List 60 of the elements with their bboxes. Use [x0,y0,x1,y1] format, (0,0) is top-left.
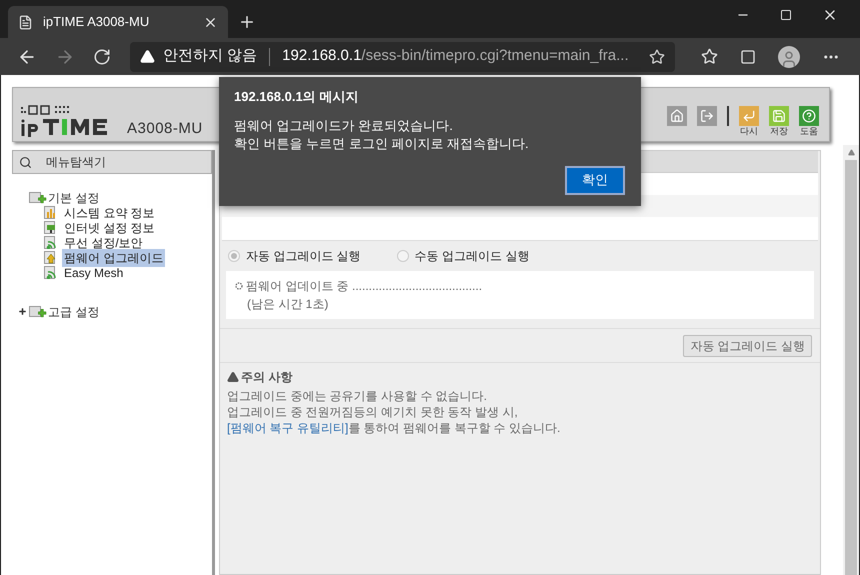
help-button[interactable] [799,106,819,126]
folder-icon [29,191,47,204]
browser-tab[interactable]: ipTIME A3008-MU [8,6,228,38]
refresh-icon[interactable] [93,48,111,66]
ok-button[interactable]: 확인 [565,166,625,194]
tree-item[interactable]: 시스템 요약 정보 [62,204,157,222]
wireless-icon [44,236,57,249]
profile-avatar[interactable] [778,46,800,68]
help-icon [802,109,816,123]
notes-title: 주의 사항 [241,369,292,385]
save-icon [772,109,786,123]
return-icon [742,109,756,123]
notes-text: 업그레이드 중에는 공유기를 사용할 수 없습니다. [227,388,488,404]
warning-icon [140,49,155,64]
logout-icon [700,109,714,123]
scrollbar-thumb[interactable] [845,160,857,575]
scroll-up-icon[interactable] [848,149,854,156]
tree-folder[interactable]: 고급 설정 [48,302,100,320]
dialog-message: 확인 버튼을 누르면 로그인 페이지로 재접속합니다. [234,134,530,152]
recovery-link[interactable]: [펌웨어 복구 유틸리티] [227,421,348,435]
dialog-title: 192.168.0.1의 메시지 [234,88,360,106]
tree-folder[interactable]: 기본 설정 [48,188,100,206]
dialog-message: 펌웨어 업그레이드가 완료되었습니다. [234,116,454,134]
expand-icon[interactable] [18,307,27,316]
favorites-icon[interactable] [701,48,718,65]
tool-label: 저장 [770,126,788,137]
progress-text: 펌웨어 업데이트 중 ....................................... [246,278,482,295]
tree-item[interactable]: Easy Mesh [62,264,126,282]
wireless-icon [44,266,57,279]
chart-icon [44,206,57,219]
tab-title: ipTIME A3008-MU [43,13,150,32]
folder-icon [29,305,47,318]
time-remaining: (남은 시간 1초) [246,296,330,313]
sidebar-title: 메뉴탐색기 [46,154,106,171]
notes-text: 업그레이드 중 전원꺼짐등의 예기치 못한 동작 발생 시, [227,404,519,420]
tree-item[interactable]: 무선 설정/보안 [62,234,145,252]
notes-text: [펌웨어 복구 유틸리티]를 통하여 펌웨어를 복구할 수 있습니다. [227,420,562,436]
security-label: 안전하지 않음 [163,46,258,66]
logout-button[interactable] [697,106,717,126]
address-bar[interactable]: 안전하지 않음 192.168.0.1/sess-bin/timepro.cgi?tmenu=main_fra... [130,42,675,72]
radio-label: 자동 업그레이드 실행 [246,248,361,265]
tree-item[interactable]: 인터넷 설정 정보 [62,218,157,236]
home-button[interactable] [667,106,687,126]
spinner-icon [235,282,243,290]
new-tab-icon[interactable] [238,13,256,31]
warning-icon [227,371,239,383]
arrow-up-icon [44,251,57,264]
radio-label: 수동 업그레이드 실행 [414,248,530,265]
search-icon [19,156,32,168]
model-name: A3008-MU [127,121,203,137]
maximize-icon[interactable] [780,9,792,21]
url-text: 192.168.0.1/sess-bin/timepro.cgi?tmenu=main_fra... [282,46,630,66]
tool-label: 도움 [800,126,818,137]
favorite-icon[interactable] [649,48,665,64]
monitor-icon [44,221,57,234]
page-icon [18,14,33,30]
collections-icon[interactable] [740,48,756,64]
home-icon [670,109,684,123]
tree-item[interactable]: 펌웨어 업그레이드 [62,248,166,266]
tool-label: 다시 [740,126,758,137]
